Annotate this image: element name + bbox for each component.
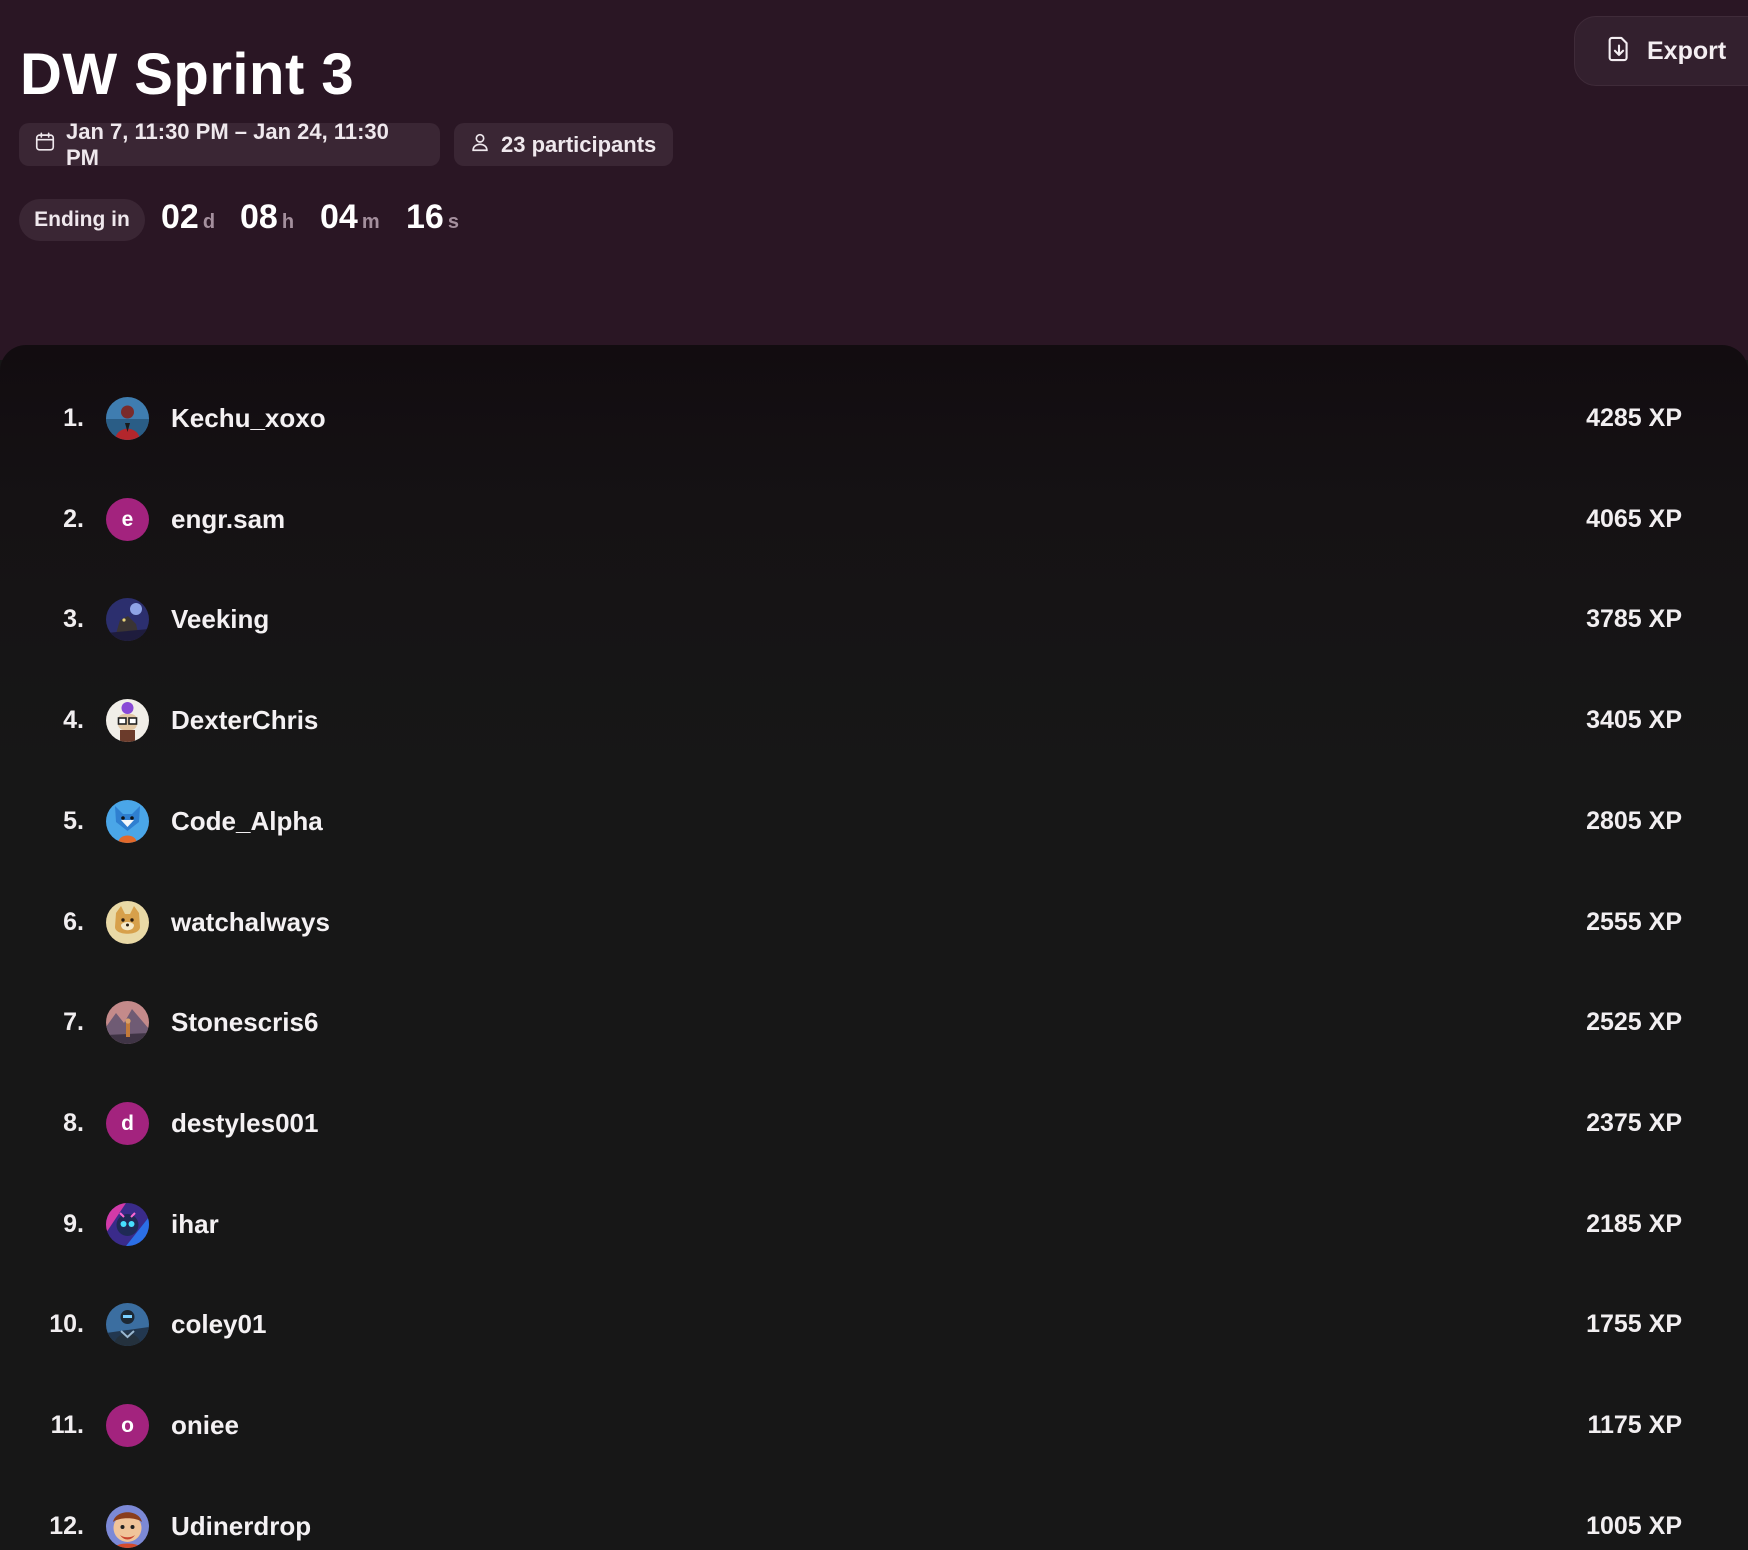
participants-count: 23 participants [501, 131, 657, 157]
avatar-blue-fox-icon[interactable] [106, 800, 149, 843]
avatar-person-red-suit-icon[interactable] [106, 397, 149, 440]
avatar-letter[interactable]: o [106, 1404, 149, 1447]
username[interactable]: Stonescris6 [171, 972, 318, 1072]
rank-number: 8. [63, 1108, 84, 1137]
rank-number: 10. [49, 1309, 84, 1338]
avatar-letter[interactable]: d [106, 1102, 149, 1145]
ending-label: Ending in [19, 199, 145, 241]
sprint-header: DW Sprint 3 Export Jan 7, 11:30 PM – Jan… [0, 0, 1748, 360]
xp-score: 2375 XP [1586, 1108, 1682, 1137]
xp-score: 1175 XP [1587, 1410, 1682, 1439]
countdown-hours-value: 08 [240, 198, 278, 236]
rank-number: 1. [63, 403, 84, 432]
username[interactable]: oniee [171, 1375, 239, 1475]
rank-number: 5. [63, 806, 84, 835]
xp-score: 2805 XP [1586, 806, 1682, 835]
leaderboard-page: DW Sprint 3 Export Jan 7, 11:30 PM – Jan… [0, 0, 1748, 1550]
avatar-shiba-dog-icon[interactable] [106, 901, 149, 944]
username[interactable]: Veeking [171, 569, 269, 669]
xp-score: 2555 XP [1586, 907, 1682, 936]
leaderboard-row[interactable]: 8. d destyles001 2375 XP [0, 1073, 1748, 1173]
leaderboard-row[interactable]: 7. Stonescris6 2525 XP [0, 972, 1748, 1072]
leaderboard-row[interactable]: 10. coley01 1755 XP [0, 1274, 1748, 1374]
rank-number: 2. [63, 504, 84, 533]
countdown-seconds: 16 s [406, 198, 459, 237]
countdown-hours: 08 h [240, 198, 294, 237]
countdown-days-unit: d [202, 211, 216, 233]
username[interactable]: engr.sam [171, 469, 285, 569]
username[interactable]: destyles001 [171, 1073, 318, 1173]
rank-number: 3. [63, 604, 84, 633]
avatar-night-creature-icon[interactable] [106, 598, 149, 641]
avatar-neon-robot-icon[interactable] [106, 1203, 149, 1246]
countdown-hours-unit: h [281, 211, 295, 233]
leaderboard-row[interactable]: 6. watchalways 2555 XP [0, 872, 1748, 972]
username[interactable]: Udinerdrop [171, 1476, 311, 1550]
username[interactable]: Code_Alpha [171, 771, 323, 871]
leaderboard-list: 1. Kechu_xoxo 4285 XP 2. e engr.sam 4065 XP 3. V… [0, 345, 1748, 1550]
export-button[interactable]: Export [1574, 16, 1748, 86]
countdown-seconds-unit: s [447, 211, 459, 233]
xp-score: 2525 XP [1586, 1007, 1682, 1036]
rank-number: 12. [49, 1511, 84, 1540]
leaderboard-row[interactable]: 1. Kechu_xoxo 4285 XP [0, 368, 1748, 468]
avatar-landscape-figure-icon[interactable] [106, 1001, 149, 1044]
avatar-cartoon-face-icon[interactable] [106, 1505, 149, 1548]
rank-number: 11. [50, 1410, 84, 1439]
xp-score: 4065 XP [1586, 504, 1682, 533]
avatar-armored-figure-icon[interactable] [106, 1303, 149, 1346]
xp-score: 1005 XP [1586, 1511, 1682, 1540]
leaderboard-row[interactable]: 11. o oniee 1175 XP [0, 1375, 1748, 1475]
rank-number: 4. [63, 705, 84, 734]
page-title: DW Sprint 3 [20, 42, 355, 107]
leaderboard-row[interactable]: 5. Code_Alpha 2805 XP [0, 771, 1748, 871]
export-label: Export [1647, 36, 1727, 65]
username[interactable]: ihar [171, 1174, 219, 1274]
xp-score: 2185 XP [1586, 1209, 1682, 1238]
leaderboard-row[interactable]: 4. DexterChris 3405 XP [0, 670, 1748, 770]
countdown-minutes: 04 m [320, 198, 380, 237]
date-range-text: Jan 7, 11:30 PM – Jan 24, 11:30 PM [66, 118, 389, 170]
rank-number: 7. [63, 1007, 84, 1036]
leaderboard-row[interactable]: 9. ihar 2185 XP [0, 1174, 1748, 1274]
xp-score: 3405 XP [1586, 705, 1682, 734]
countdown-seconds-value: 16 [406, 198, 444, 236]
export-icon [1605, 35, 1633, 68]
countdown-minutes-unit: m [361, 211, 380, 233]
avatar-glasses-character-icon[interactable] [106, 699, 149, 742]
calendar-icon [34, 131, 56, 159]
xp-score: 3785 XP [1586, 604, 1682, 633]
rank-number: 9. [63, 1209, 84, 1238]
avatar-letter[interactable]: e [106, 498, 149, 541]
username[interactable]: coley01 [171, 1274, 266, 1374]
date-range-chip: Jan 7, 11:30 PM – Jan 24, 11:30 PM [19, 119, 440, 170]
countdown-minutes-value: 04 [320, 198, 358, 236]
participants-chip: 23 participants [454, 123, 673, 166]
leaderboard-row[interactable]: 12. Udinerdrop 1005 XP [0, 1476, 1748, 1550]
username[interactable]: watchalways [171, 872, 330, 972]
xp-score: 1755 XP [1586, 1309, 1682, 1338]
rank-number: 6. [63, 907, 84, 936]
countdown-days: 02 d [161, 198, 215, 237]
leaderboard-row[interactable]: 2. e engr.sam 4065 XP [0, 469, 1748, 569]
countdown-days-value: 02 [161, 198, 199, 236]
username[interactable]: DexterChris [171, 670, 318, 770]
leaderboard-row[interactable]: 3. Veeking 3785 XP [0, 569, 1748, 669]
user-icon [469, 131, 491, 159]
xp-score: 4285 XP [1586, 403, 1682, 432]
username[interactable]: Kechu_xoxo [171, 368, 326, 468]
